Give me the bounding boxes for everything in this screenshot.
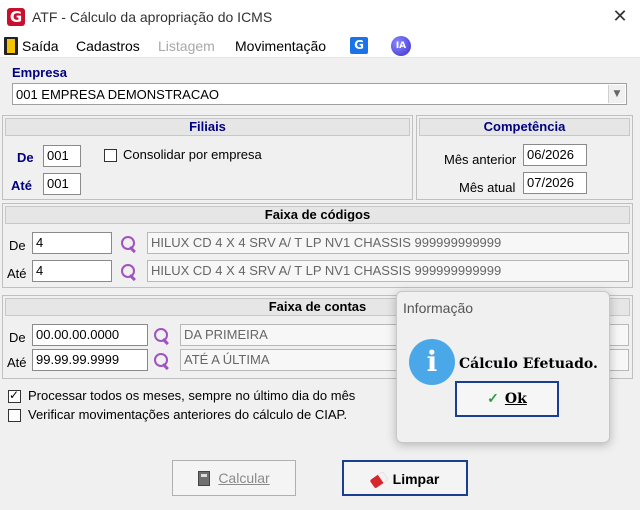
competencia-title: Competência bbox=[419, 118, 630, 136]
mes-anterior-label: Mês anterior bbox=[444, 152, 517, 167]
menu-saida[interactable]: Saída bbox=[22, 38, 59, 54]
dialog-message: Cálculo Efetuado. bbox=[459, 356, 598, 372]
info-icon: i bbox=[409, 339, 455, 385]
menu-listagem: Listagem bbox=[158, 38, 215, 54]
search-codigo-ate-icon[interactable] bbox=[120, 263, 138, 281]
filial-de-input[interactable]: 001 bbox=[43, 145, 81, 167]
mes-atual-label: Mês atual bbox=[459, 180, 516, 195]
menu-cadastros[interactable]: Cadastros bbox=[76, 38, 140, 54]
consolidar-checkbox[interactable] bbox=[104, 149, 117, 162]
close-icon[interactable]: ✕ bbox=[608, 6, 632, 28]
search-codigo-de-icon[interactable] bbox=[120, 235, 138, 253]
mes-atual-input[interactable]: 07/2026 bbox=[523, 172, 587, 194]
codigo-de-input[interactable]: 4 bbox=[32, 232, 112, 254]
info-dialog: Informação i Cálculo Efetuado. ✓ Ok bbox=[396, 291, 610, 443]
menu-bar: Saída Cadastros Listagem Movimentação G … bbox=[0, 34, 640, 58]
empresa-select[interactable]: 001 EMPRESA DEMONSTRACAO ▼ bbox=[12, 83, 627, 105]
codigo-de-description: HILUX CD 4 X 4 SRV A/ T LP NV1 CHASSIS 9… bbox=[147, 232, 629, 254]
consolidar-label: Consolidar por empresa bbox=[123, 147, 262, 162]
mes-anterior-input[interactable]: 06/2026 bbox=[523, 144, 587, 166]
filial-ate-input[interactable]: 001 bbox=[43, 173, 81, 195]
eraser-icon bbox=[369, 471, 389, 489]
processar-todos-label: Processar todos os meses, sempre no últi… bbox=[28, 388, 356, 403]
calculator-icon bbox=[198, 471, 211, 486]
verificar-ciap-checkbox[interactable] bbox=[8, 409, 21, 422]
verificar-ciap-label: Verificar movimentações anteriores do cá… bbox=[28, 407, 348, 422]
chevron-down-icon[interactable]: ▼ bbox=[608, 85, 625, 103]
calcular-label: Calcular bbox=[218, 470, 270, 486]
conta-ate-input[interactable]: 99.99.99.9999 bbox=[32, 349, 148, 371]
filiais-panel: Filiais De 001 Até 001 Consolidar por em… bbox=[2, 115, 413, 200]
codigo-ate-description: HILUX CD 4 X 4 SRV A/ T LP NV1 CHASSIS 9… bbox=[147, 260, 629, 282]
dialog-title: Informação bbox=[403, 300, 474, 316]
faixa-codigos-panel: Faixa de códigos De 4 HILUX CD 4 X 4 SRV… bbox=[2, 203, 633, 288]
empresa-value: 001 EMPRESA DEMONSTRACAO bbox=[16, 87, 219, 102]
processar-todos-checkbox[interactable] bbox=[8, 388, 21, 403]
codigo-de-label: De bbox=[9, 238, 26, 253]
faixa-codigos-title: Faixa de códigos bbox=[5, 206, 630, 224]
limpar-label: Limpar bbox=[392, 471, 440, 487]
empresa-label: Empresa bbox=[12, 65, 67, 80]
conta-de-label: De bbox=[9, 330, 26, 345]
limpar-button[interactable]: Limpar bbox=[342, 460, 468, 496]
search-conta-de-icon[interactable] bbox=[153, 327, 171, 345]
conta-ate-label: Até bbox=[7, 355, 27, 370]
codigo-ate-input[interactable]: 4 bbox=[32, 260, 112, 282]
filiais-de-label: De bbox=[17, 150, 34, 165]
filiais-title: Filiais bbox=[5, 118, 410, 136]
competencia-panel: Competência Mês anterior 06/2026 Mês atu… bbox=[416, 115, 633, 200]
exit-door-icon[interactable] bbox=[4, 37, 18, 55]
ia-assistant-icon[interactable]: IA bbox=[391, 36, 411, 56]
title-bar: G ATF - Cálculo da apropriação do ICMS ✕ bbox=[0, 0, 640, 34]
check-icon: ✓ bbox=[487, 391, 499, 407]
search-conta-ate-icon[interactable] bbox=[153, 352, 171, 370]
app-logo-icon: G bbox=[7, 8, 25, 26]
ok-label: Ok bbox=[504, 391, 527, 407]
ok-button[interactable]: ✓ Ok bbox=[455, 381, 559, 417]
conta-de-input[interactable]: 00.00.00.0000 bbox=[32, 324, 148, 346]
menu-movimentacao[interactable]: Movimentação bbox=[235, 38, 326, 54]
calcular-button[interactable]: Calcular bbox=[172, 460, 296, 496]
g-app-icon[interactable]: G bbox=[350, 37, 368, 54]
window-title: ATF - Cálculo da apropriação do ICMS bbox=[32, 9, 273, 25]
filiais-ate-label: Até bbox=[11, 178, 32, 193]
codigo-ate-label: Até bbox=[7, 266, 27, 281]
